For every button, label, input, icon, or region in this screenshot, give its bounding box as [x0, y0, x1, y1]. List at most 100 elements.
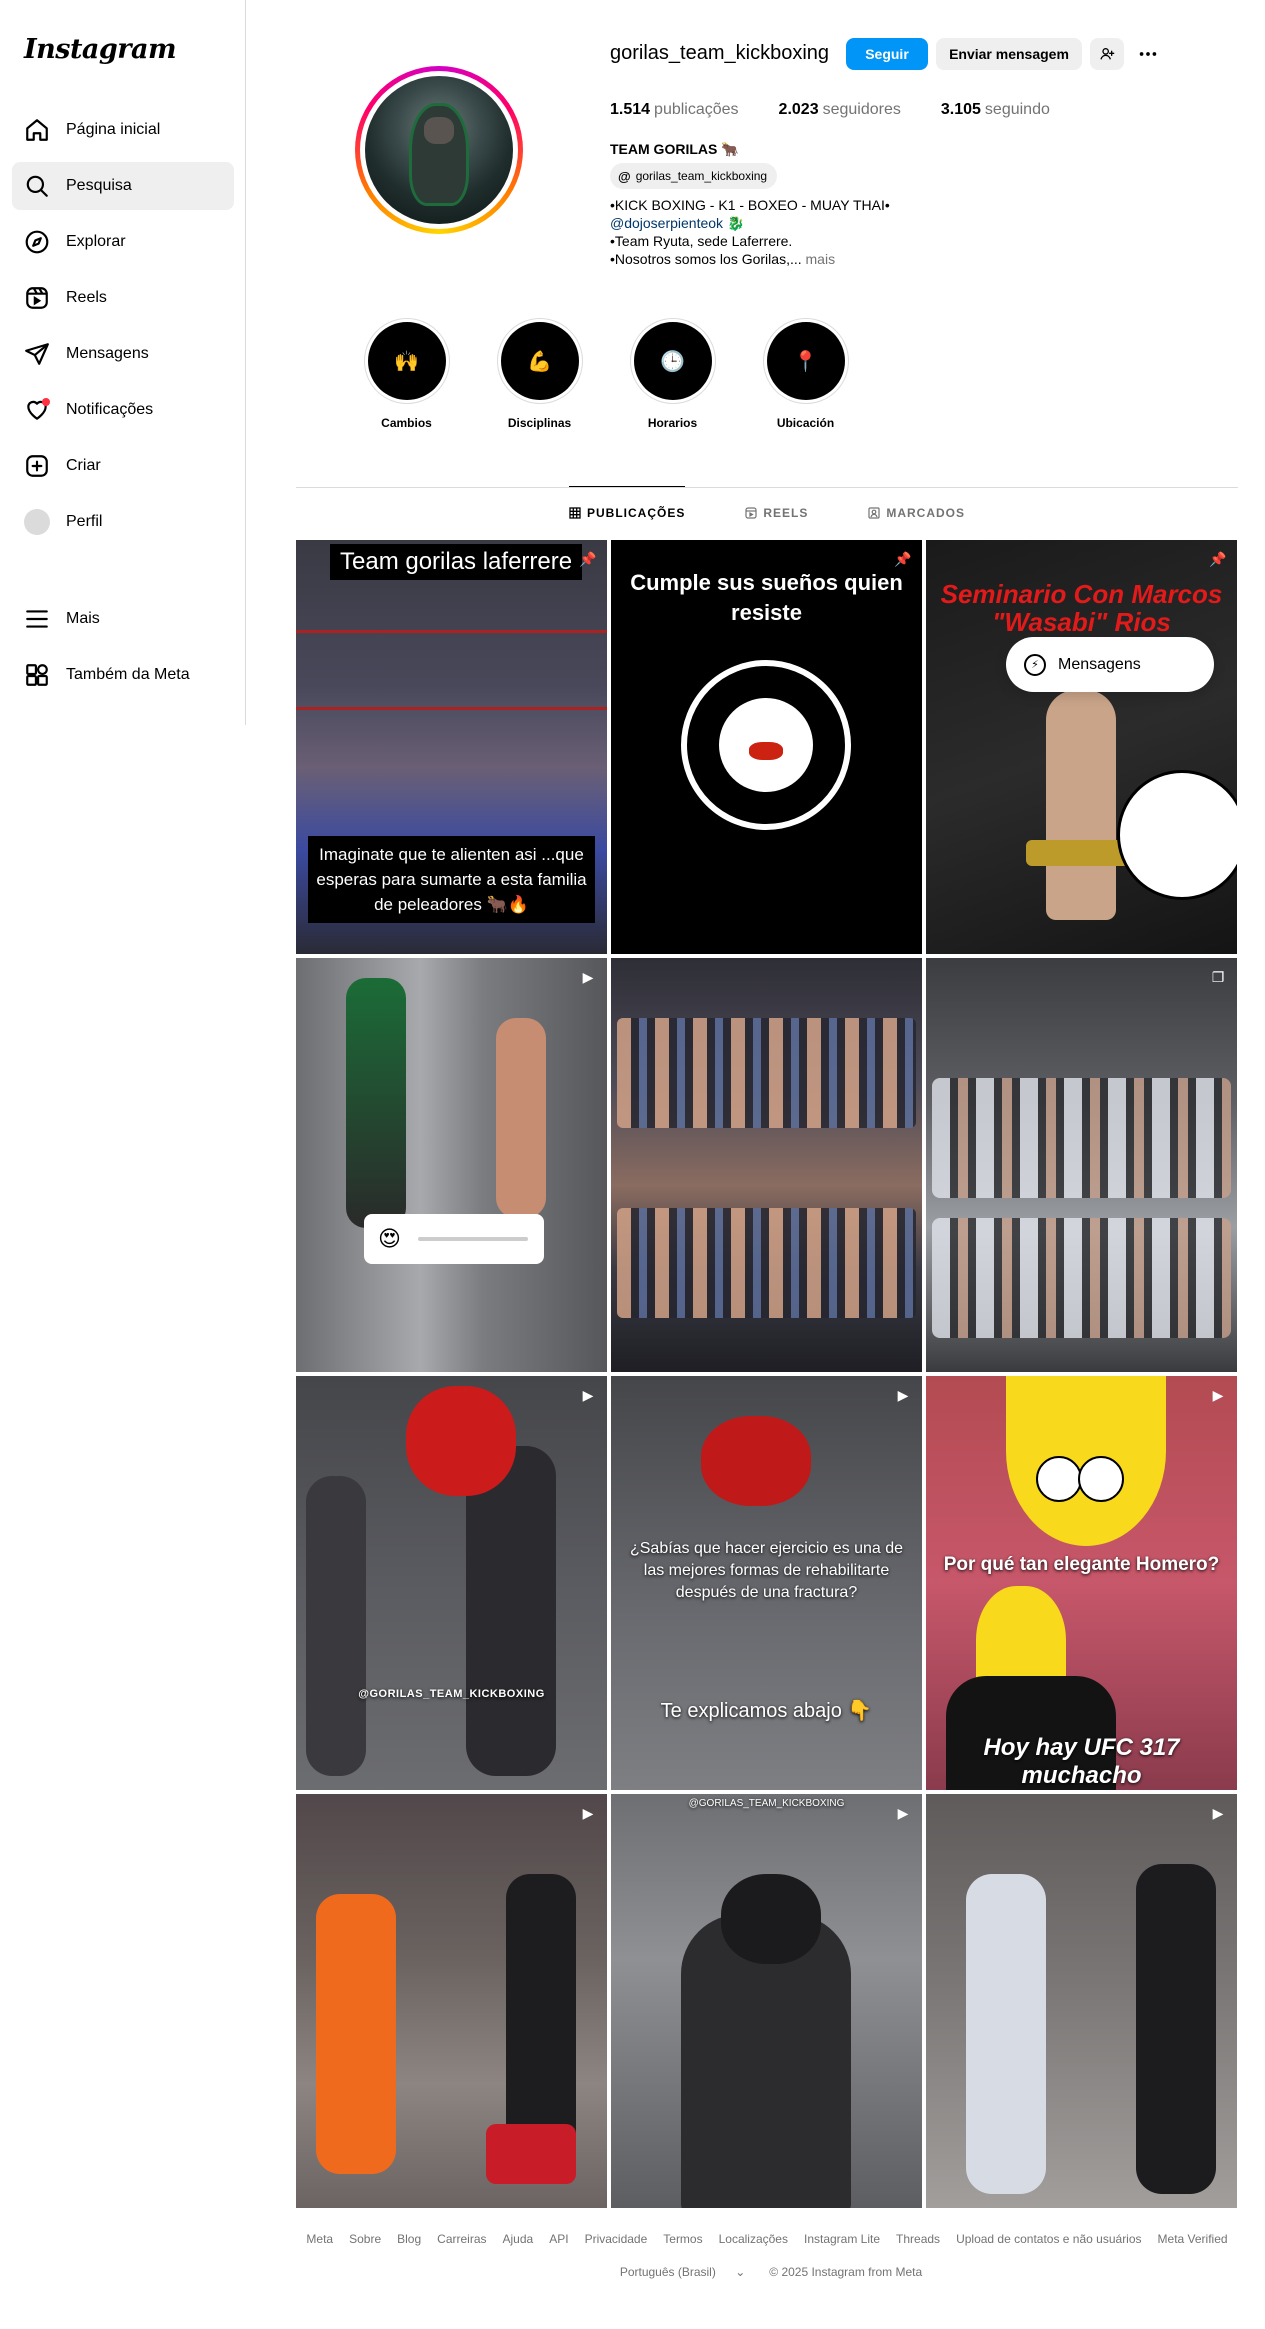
bio-line: •Nosotros somos los Gorilas,... — [610, 251, 802, 267]
threads-badge[interactable]: @ gorilas_team_kickboxing — [610, 163, 778, 189]
profile-picture-story-ring[interactable] — [355, 66, 523, 234]
bio-mention-link[interactable]: @dojoserpienteok — [610, 215, 723, 231]
posts-grid: Team gorilas laferrere Imaginate que te … — [296, 540, 1237, 2208]
footer-link[interactable]: Meta — [306, 2232, 333, 2246]
sidebar-nav: Página inicial Pesquisa Explorar Reels M… — [12, 106, 234, 554]
reel-icon: ▶ — [897, 1805, 909, 1821]
team-emblem — [681, 660, 851, 830]
send-message-button[interactable]: Enviar mensagem — [936, 38, 1082, 70]
tab-posts[interactable]: PUBLICAÇÕES — [568, 486, 686, 538]
chevron-down-icon: ⌄ — [735, 2265, 746, 2279]
footer-link[interactable]: Carreiras — [437, 2232, 486, 2246]
bio-line: •KICK BOXING - K1 - BOXEO - MUAY THAI• — [610, 197, 890, 213]
reel-icon: ▶ — [897, 1387, 909, 1403]
reel-icon: ▶ — [582, 969, 594, 985]
footer-link[interactable]: Localizações — [719, 2232, 788, 2246]
post-caption-overlay: @GORILAS_TEAM_KICKBOXING — [358, 1688, 545, 1700]
sidebar-item-label: Criar — [66, 457, 101, 474]
post-thumbnail[interactable]: Seminario Con Marcos "Wasabi" Rios 📌 — [926, 540, 1237, 954]
tab-reels[interactable]: REELS — [745, 487, 808, 539]
compass-icon — [24, 229, 50, 255]
post-caption-overlay: Imaginate que te alienten asi ...que esp… — [308, 836, 595, 923]
highlight-label: Horarios — [647, 416, 698, 430]
post-thumbnail[interactable]: @GORILAS_TEAM_KICKBOXING ▶ — [296, 1376, 607, 1790]
post-thumbnail[interactable]: @GORILAS_TEAM_KICKBOXING ▶ — [611, 1794, 922, 2208]
bio-more-button[interactable]: mais — [806, 251, 836, 267]
post-thumbnail[interactable]: ▶ — [926, 1794, 1237, 2208]
post-thumbnail[interactable]: ¿Sabías que hacer ejercicio es una de la… — [611, 1376, 922, 1790]
sidebar-item-more[interactable]: Mais — [12, 595, 234, 643]
meta-apps-icon — [24, 662, 50, 688]
post-thumbnail[interactable]: Cumple sus sueños quien resiste 📌 — [611, 540, 922, 954]
sidebar-item-reels[interactable]: Reels — [12, 274, 234, 322]
avatar — [24, 509, 50, 535]
messages-floating-button[interactable]: ⚡ Mensagens — [1006, 637, 1214, 692]
footer-link[interactable]: Upload de contatos e não usuários — [956, 2232, 1141, 2246]
sidebar-item-messages[interactable]: Mensagens — [12, 330, 234, 378]
send-icon — [24, 341, 50, 367]
messenger-icon: ⚡ — [1024, 653, 1046, 676]
sidebar-item-label: Mensagens — [66, 345, 149, 362]
sidebar-item-search[interactable]: Pesquisa — [12, 162, 234, 210]
tab-tagged[interactable]: MARCADOS — [868, 487, 965, 539]
post-thumbnail[interactable]: ❐ — [926, 958, 1237, 1372]
highlight-item[interactable]: 💪 Disciplinas — [473, 318, 606, 430]
footer-link[interactable]: Blog — [397, 2232, 421, 2246]
sidebar-item-label: Reels — [66, 289, 107, 306]
more-options-button[interactable] — [1132, 38, 1164, 70]
search-icon — [24, 173, 50, 199]
pin-icon: 📌 — [579, 551, 597, 567]
post-caption-overlay: Por qué tan elegante Homero? — [943, 1554, 1220, 1575]
sidebar-item-home[interactable]: Página inicial — [12, 106, 234, 154]
post-thumbnail[interactable] — [611, 958, 922, 1372]
post-thumbnail[interactable]: Team gorilas laferrere Imaginate que te … — [296, 540, 607, 954]
tagged-icon — [868, 507, 880, 519]
footer-link[interactable]: Sobre — [349, 2232, 381, 2246]
threads-icon: @ — [618, 168, 631, 184]
plus-square-icon — [24, 453, 50, 479]
footer-link[interactable]: Privacidade — [585, 2232, 648, 2246]
emoji-slider-sticker: 😍 — [364, 1214, 544, 1264]
profile-picture — [365, 76, 513, 224]
post-thumbnail[interactable]: 😍 ▶ — [296, 958, 607, 1372]
profile-full-name: TEAM GORILAS 🐂 — [610, 141, 739, 157]
home-icon — [24, 117, 50, 143]
reel-icon: ▶ — [582, 1387, 594, 1403]
language-selector[interactable]: Português (Brasil) ⌄ — [612, 2265, 753, 2279]
highlight-item[interactable]: 📍 Ubicación — [739, 318, 872, 430]
ellipsis-icon — [1139, 52, 1157, 56]
followers-count[interactable]: 2.023 seguidores — [779, 101, 901, 119]
post-thumbnail[interactable]: Por qué tan elegante Homero? Hoy hay UFC… — [926, 1376, 1237, 1790]
sidebar-item-create[interactable]: Criar — [12, 442, 234, 490]
profile-username: gorilas_team_kickboxing — [610, 42, 830, 64]
sidebar-item-also-from-meta[interactable]: Também da Meta — [12, 651, 234, 699]
footer-link[interactable]: Threads — [896, 2232, 940, 2246]
profile-stats: 1.514 publicações 2.023 seguidores 3.105 se… — [610, 101, 1090, 119]
footer-links: Meta Sobre Blog Carreiras Ajuda API Priv… — [296, 2232, 1238, 2246]
post-thumbnail[interactable]: ▶ — [296, 1794, 607, 2208]
footer-link[interactable]: Ajuda — [503, 2232, 534, 2246]
footer-link[interactable]: Termos — [663, 2232, 702, 2246]
profile-tabs: PUBLICAÇÕES REELS MARCADOS — [296, 486, 1238, 539]
sidebar: Instagram Página inicial Pesquisa Explor… — [0, 0, 246, 725]
story-highlights: 🙌 Cambios 💪 Disciplinas 🕒 Horarios 📍 Ubi… — [340, 318, 872, 430]
footer-link[interactable]: Meta Verified — [1158, 2232, 1228, 2246]
sidebar-item-label: Mais — [66, 610, 100, 627]
pin-icon: 📌 — [894, 551, 912, 567]
post-caption-overlay: @GORILAS_TEAM_KICKBOXING — [688, 1798, 845, 1809]
sidebar-item-notifications[interactable]: Notificações — [12, 386, 234, 434]
reels-icon — [24, 285, 50, 311]
highlight-item[interactable]: 🙌 Cambios — [340, 318, 473, 430]
suggested-users-button[interactable] — [1090, 38, 1124, 70]
sidebar-item-explore[interactable]: Explorar — [12, 218, 234, 266]
highlight-item[interactable]: 🕒 Horarios — [606, 318, 739, 430]
threads-handle: gorilas_team_kickboxing — [635, 169, 768, 183]
messages-label: Mensagens — [1058, 655, 1141, 673]
footer-link[interactable]: API — [549, 2232, 568, 2246]
following-count[interactable]: 3.105 seguindo — [941, 101, 1050, 119]
follow-button[interactable]: Seguir — [846, 38, 928, 70]
post-caption-overlay: Seminario Con Marcos "Wasabi" Rios — [940, 579, 1223, 637]
footer-link[interactable]: Instagram Lite — [804, 2232, 880, 2246]
sidebar-item-profile[interactable]: Perfil — [12, 498, 234, 546]
instagram-logo[interactable]: Instagram — [24, 34, 177, 65]
